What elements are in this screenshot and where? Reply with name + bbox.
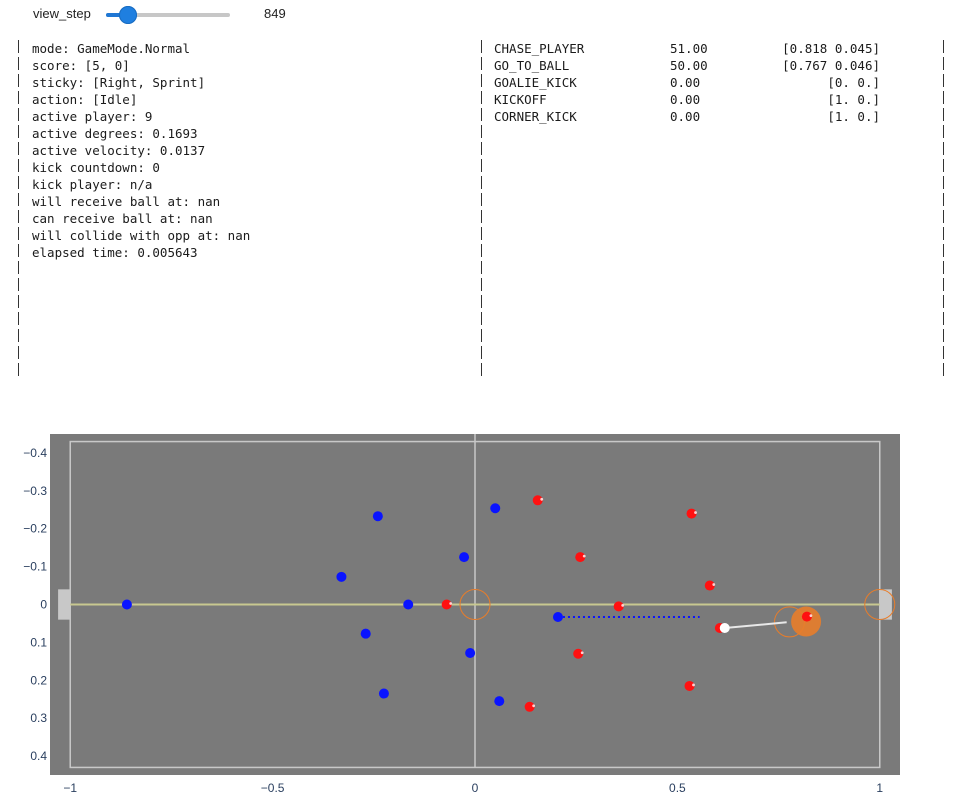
red-player-heading: [712, 583, 716, 586]
x-tick-label: −0.5: [261, 781, 285, 795]
action-score: 0.00: [670, 109, 701, 124]
panel-border-right: [943, 40, 944, 378]
ball: [719, 622, 730, 633]
action-score: 51.00: [670, 41, 708, 56]
y-tick-label: −0.4: [23, 446, 47, 460]
view-step-value: 849: [264, 6, 286, 21]
left-goal: [58, 589, 71, 620]
red-player-heading: [582, 554, 586, 558]
action-score: 0.00: [670, 92, 701, 107]
action-row: KICKOFF 0.00 [1. 0.]: [494, 91, 880, 108]
action-name: GO_TO_BALL: [494, 58, 570, 73]
red-player-heading: [692, 683, 695, 687]
x-tick-label: 0.5: [669, 781, 686, 795]
red-player-heading: [580, 651, 584, 655]
action-row: GOALIE_KICK 0.00 [0. 0.]: [494, 74, 880, 91]
field-plot[interactable]: −1 −0.5 0 0.5 1 −0.4 −0.3 −0.2 −0.1 0 0.1 0.2 0.3 0.4: [0, 420, 956, 798]
blue-player: [494, 696, 505, 707]
blue-player: [490, 503, 501, 514]
action-vector: [1. 0.]: [827, 109, 880, 124]
state-line: elapsed time: 0.005643: [32, 245, 198, 260]
action-table-panel: CHASE_PLAYER 51.00 [0.818 0.045] GO_TO_BALL…: [494, 40, 880, 378]
y-tick-label: 0.2: [30, 673, 47, 687]
state-line: sticky: [Right, Sprint]: [32, 75, 206, 90]
y-tick-label: −0.2: [23, 522, 47, 536]
state-line: active degrees: 0.1693: [32, 126, 198, 141]
x-tick-label: 0: [472, 781, 479, 795]
y-tick-label: −0.1: [23, 560, 47, 574]
action-vector: [0.818 0.045]: [782, 41, 880, 56]
action-row: CHASE_PLAYER 51.00 [0.818 0.045]: [494, 40, 880, 57]
red-player-heading: [621, 603, 625, 607]
action-score: 50.00: [670, 58, 708, 73]
action-vector: [0.767 0.046]: [782, 58, 880, 73]
y-tick-label: 0: [40, 598, 47, 612]
view-step-slider-thumb[interactable]: [119, 6, 138, 24]
action-row: CORNER_KICK 0.00 [1. 0.]: [494, 108, 880, 125]
red-player-heading: [449, 602, 453, 605]
action-score: 0.00: [670, 75, 701, 90]
view-step-label: view_step: [33, 6, 91, 21]
blue-player: [552, 612, 563, 623]
blue-player: [372, 511, 383, 522]
state-line: action: [Idle]: [32, 92, 138, 107]
blue-player: [121, 599, 132, 610]
blue-player: [403, 599, 414, 610]
panel-border-left: [18, 40, 19, 378]
action-row: GO_TO_BALL 50.00 [0.767 0.046]: [494, 57, 880, 74]
state-line: kick countdown: 0: [32, 160, 160, 175]
panel-border-middle: [481, 40, 482, 378]
state-line: active player: 9: [32, 109, 153, 124]
action-name: KICKOFF: [494, 92, 547, 107]
x-tick-label: 1: [876, 781, 883, 795]
y-tick-label: 0.1: [30, 635, 47, 649]
blue-player: [378, 688, 389, 699]
state-panel: mode: GameMode.Normal score: [5, 0] sticky…: [32, 40, 472, 378]
red-player-heading: [540, 497, 544, 501]
action-name: CORNER_KICK: [494, 109, 577, 124]
state-line: mode: GameMode.Normal: [32, 41, 191, 56]
state-line: can receive ball at: nan: [32, 211, 213, 226]
blue-player: [459, 552, 470, 563]
x-tick-label: −1: [63, 781, 77, 795]
state-line: kick player: n/a: [32, 177, 153, 192]
view-step-slider-row: view_step 849: [0, 0, 956, 30]
action-name: CHASE_PLAYER: [494, 41, 585, 56]
field-svg[interactable]: −1 −0.5 0 0.5 1 −0.4 −0.3 −0.2 −0.1 0 0.1 0.2 0.3 0.4: [0, 420, 956, 798]
action-vector: [1. 0.]: [827, 92, 880, 107]
blue-player: [336, 571, 347, 582]
red-player-heading: [809, 614, 813, 618]
y-tick-label: 0.3: [30, 711, 47, 725]
blue-player: [465, 647, 476, 658]
state-line: will collide with opp at: nan: [32, 228, 251, 243]
action-name: GOALIE_KICK: [494, 75, 577, 90]
red-player-heading: [694, 511, 697, 514]
y-tick-label: −0.3: [23, 484, 47, 498]
state-line: score: [5, 0]: [32, 58, 130, 73]
y-tick-label: 0.4: [30, 749, 47, 763]
red-player-heading: [532, 704, 536, 708]
state-line: will receive ball at: nan: [32, 194, 221, 209]
state-line: active velocity: 0.0137: [32, 143, 206, 158]
action-vector: [0. 0.]: [827, 75, 880, 90]
blue-player: [360, 628, 371, 639]
